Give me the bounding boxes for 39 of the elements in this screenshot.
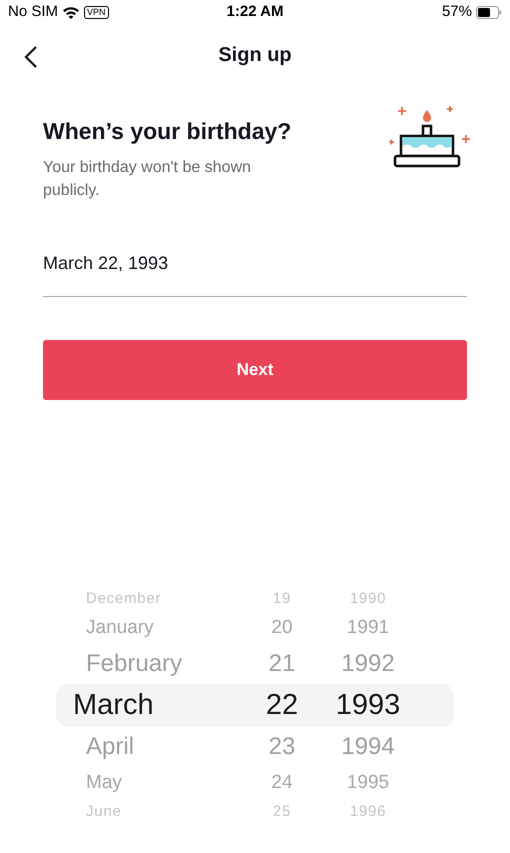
- month-option[interactable]: May: [56, 768, 252, 798]
- month-option[interactable]: April: [56, 729, 252, 765]
- day-option[interactable]: 23: [252, 729, 312, 765]
- clock-text: 1:22 AM: [226, 2, 284, 22]
- year-option[interactable]: 1996: [312, 800, 424, 824]
- picker-row[interactable]: March 22 1993: [56, 684, 454, 727]
- year-option[interactable]: 1995: [312, 768, 424, 798]
- year-option[interactable]: 1991: [312, 614, 424, 642]
- day-option[interactable]: 24: [252, 768, 312, 798]
- picker-row[interactable]: April 23 1994: [56, 727, 454, 767]
- year-option[interactable]: 1994: [312, 729, 424, 765]
- day-option[interactable]: 22: [252, 684, 312, 728]
- picker-row[interactable]: February 21 1992: [56, 644, 454, 684]
- year-option[interactable]: 1993: [312, 684, 424, 728]
- privacy-note: Your birthday won't be shown publicly.: [43, 158, 252, 201]
- birthday-field[interactable]: March 22, 1993: [43, 250, 467, 297]
- month-option[interactable]: January: [56, 614, 252, 642]
- month-option[interactable]: June: [56, 800, 252, 824]
- month-option[interactable]: February: [56, 646, 252, 682]
- day-option[interactable]: 19: [252, 588, 312, 610]
- month-option[interactable]: March: [56, 684, 252, 728]
- picker-row[interactable]: June 25 1996: [56, 799, 454, 825]
- battery-icon: [476, 6, 502, 18]
- next-button[interactable]: Next: [43, 340, 467, 400]
- year-option[interactable]: 1990: [312, 588, 424, 610]
- wifi-icon: [62, 6, 80, 18]
- header-title: Sign up: [218, 43, 292, 68]
- birthday-heading: When’s your birthday?: [43, 117, 292, 146]
- picker-row[interactable]: December 19 1990: [56, 586, 454, 612]
- day-option[interactable]: 21: [252, 646, 312, 682]
- carrier-text: No SIM: [8, 2, 58, 22]
- picker-row[interactable]: May 24 1995: [56, 767, 454, 799]
- day-option[interactable]: 20: [252, 614, 312, 642]
- battery-text: 57%: [442, 2, 472, 22]
- month-option[interactable]: December: [56, 588, 252, 610]
- picker-row[interactable]: January 20 1991: [56, 612, 454, 644]
- year-option[interactable]: 1992: [312, 646, 424, 682]
- day-option[interactable]: 25: [252, 800, 312, 824]
- vpn-badge: VPN: [84, 6, 109, 18]
